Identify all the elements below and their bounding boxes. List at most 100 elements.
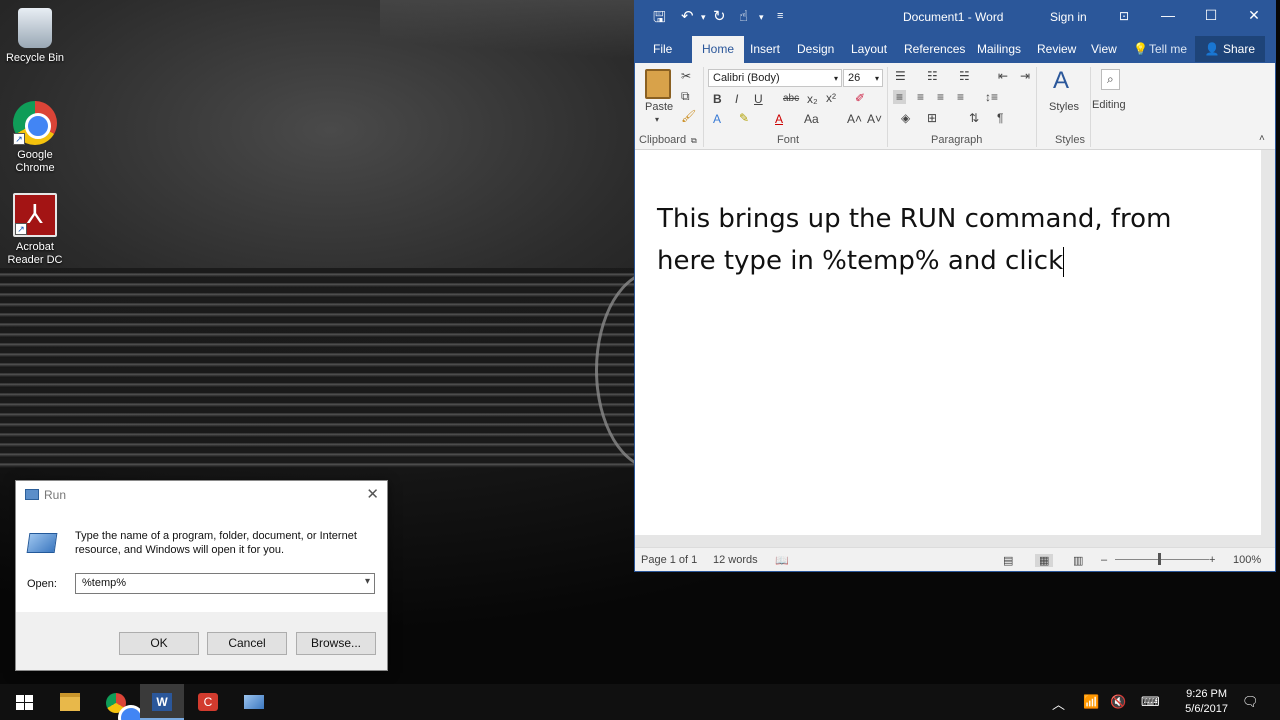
format-painter-icon[interactable]: 🖌 [681,109,696,123]
redo-icon[interactable]: ↻ [713,7,726,25]
customize-qat-icon[interactable]: ≡ [777,10,783,22]
chevron-up-icon[interactable]: ︿ [1052,694,1065,713]
tab-mailings[interactable]: Mailings [977,42,1021,56]
styles-label[interactable]: Styles [1049,101,1079,113]
superscript-icon[interactable]: x² [826,91,836,105]
sign-in-link[interactable]: Sign in [1050,10,1087,24]
ok-button[interactable]: OK [119,632,199,655]
windows-logo-icon [16,695,33,710]
tab-references[interactable]: References [904,42,965,56]
zoom-in-icon[interactable]: + [1209,554,1215,566]
align-right-icon[interactable]: ≡ [937,90,944,104]
multilevel-list-icon[interactable]: ☵ [959,69,970,83]
maximize-icon[interactable]: ☐ [1200,7,1222,24]
cancel-button[interactable]: Cancel [207,632,287,655]
increase-indent-icon[interactable]: ⇥ [1020,69,1030,83]
find-icon[interactable]: ⌕ [1101,69,1120,90]
font-size-combo[interactable]: 26 ▾ [843,69,883,87]
align-left-icon[interactable]: ≡ [893,90,907,104]
clock[interactable]: 9:26 PM 5/6/2017 [1185,687,1228,717]
tab-review[interactable]: Review [1037,42,1076,56]
dialog-launcher-icon[interactable]: ⧉ [691,136,697,146]
taskbar-run[interactable] [232,684,276,720]
tell-me-box[interactable]: Tell me [1149,42,1187,56]
tab-view[interactable]: View [1091,42,1117,56]
undo-icon[interactable]: ↶ [681,7,694,25]
tab-design[interactable]: Design [797,42,834,56]
line-spacing-icon[interactable]: ↕≡ [985,90,998,104]
change-case-icon[interactable]: Aa [804,112,819,126]
shading-icon[interactable]: ◈ [901,111,910,125]
page-count[interactable]: Page 1 of 1 [641,554,697,566]
strikethrough-icon[interactable]: abc [783,93,799,104]
print-layout-icon[interactable]: ▦ [1035,554,1054,567]
taskbar-camtasia[interactable]: C [186,684,230,720]
keyboard-icon[interactable]: ⌨ [1141,694,1160,710]
start-button[interactable] [0,684,44,720]
proofing-icon[interactable]: 📖 [775,554,789,567]
action-center-icon[interactable]: 🗨 [1242,694,1259,710]
touch-mode-icon[interactable]: ☝ [739,7,748,25]
cut-icon[interactable]: ✂ [681,69,691,83]
tab-insert[interactable]: Insert [750,42,780,56]
close-icon[interactable]: ✕ [366,485,379,503]
tab-layout[interactable]: Layout [851,42,887,56]
decrease-indent-icon[interactable]: ⇤ [998,69,1008,83]
desktop-icon-recycle-bin[interactable]: Recycle Bin [0,8,70,65]
clear-formatting-icon[interactable]: ✐ [855,91,865,105]
taskbar-file-explorer[interactable] [48,684,92,720]
close-icon[interactable]: ✕ [1243,7,1265,24]
taskbar-word[interactable]: W [140,684,184,720]
collapse-ribbon-icon[interactable]: ˄ [1259,133,1265,144]
paste-label[interactable]: Paste [645,101,673,113]
document-page[interactable]: This brings up the RUN command, from her… [635,150,1261,535]
share-button[interactable]: 👤 Share [1194,36,1265,62]
show-formatting-icon[interactable]: ¶ [997,111,1003,125]
justify-icon[interactable]: ≡ [957,90,964,104]
font-color-icon[interactable]: A [775,112,783,126]
web-layout-icon[interactable]: ▥ [1073,554,1083,567]
borders-icon[interactable]: ⊞ [927,111,937,125]
paste-dropdown-icon[interactable]: ▾ [655,115,659,124]
desktop-icon-google-chrome[interactable]: ↗ Google Chrome [0,101,70,175]
read-mode-icon[interactable]: ▤ [1003,554,1013,567]
tab-home[interactable]: Home [692,36,745,63]
network-icon[interactable]: 📶 [1083,694,1099,710]
open-combobox[interactable]: %temp% ▾ [75,573,375,594]
align-center-icon[interactable]: ≡ [917,90,924,104]
undo-dropdown-icon[interactable]: ▾ [701,12,706,23]
subscript-icon[interactable]: x₂ [807,92,818,106]
chevron-down-icon[interactable]: ▾ [365,576,370,587]
text-effects-icon[interactable]: A [713,112,721,126]
editing-label[interactable]: Editing [1092,99,1126,111]
volume-muted-icon[interactable]: 🔇 [1110,694,1126,710]
zoom-level[interactable]: 100% [1233,554,1261,566]
desktop-icon-acrobat-reader[interactable]: ⅄ ↗ Acrobat Reader DC [0,193,70,267]
paste-icon[interactable] [645,69,671,99]
sort-icon[interactable]: ⇅ [969,111,979,125]
font-name-combo[interactable]: Calibri (Body) ▾ [708,69,842,87]
word-count[interactable]: 12 words [713,554,758,566]
browse-button[interactable]: Browse... [296,632,376,655]
highlight-icon[interactable]: ✎ [739,111,749,125]
zoom-out-icon[interactable]: – [1101,554,1107,566]
numbering-icon[interactable]: ☷ [927,69,938,83]
zoom-slider-track[interactable] [1115,559,1209,560]
shrink-font-icon[interactable]: A˅ [867,112,882,126]
styles-icon[interactable]: A [1053,67,1069,95]
touch-dropdown-icon[interactable]: ▾ [759,12,764,23]
bullets-icon[interactable]: ☰ [895,69,906,83]
run-footer: OK Cancel Browse... [16,612,387,670]
tab-file[interactable]: File [653,42,672,56]
copy-icon[interactable]: ⧉ [681,89,690,104]
grow-font-icon[interactable]: A˄ [847,112,862,126]
underline-icon[interactable]: U [754,92,763,106]
ribbon-display-options-icon[interactable]: ⊡ [1113,9,1135,23]
zoom-slider-thumb[interactable] [1158,553,1161,565]
italic-icon[interactable]: I [735,92,738,106]
document-body[interactable]: This brings up the RUN command, from her… [657,198,1217,282]
taskbar-chrome[interactable] [94,684,144,720]
save-icon[interactable]: 🖫 [653,7,666,32]
bold-icon[interactable]: B [713,92,722,106]
minimize-icon[interactable]: — [1157,7,1179,23]
